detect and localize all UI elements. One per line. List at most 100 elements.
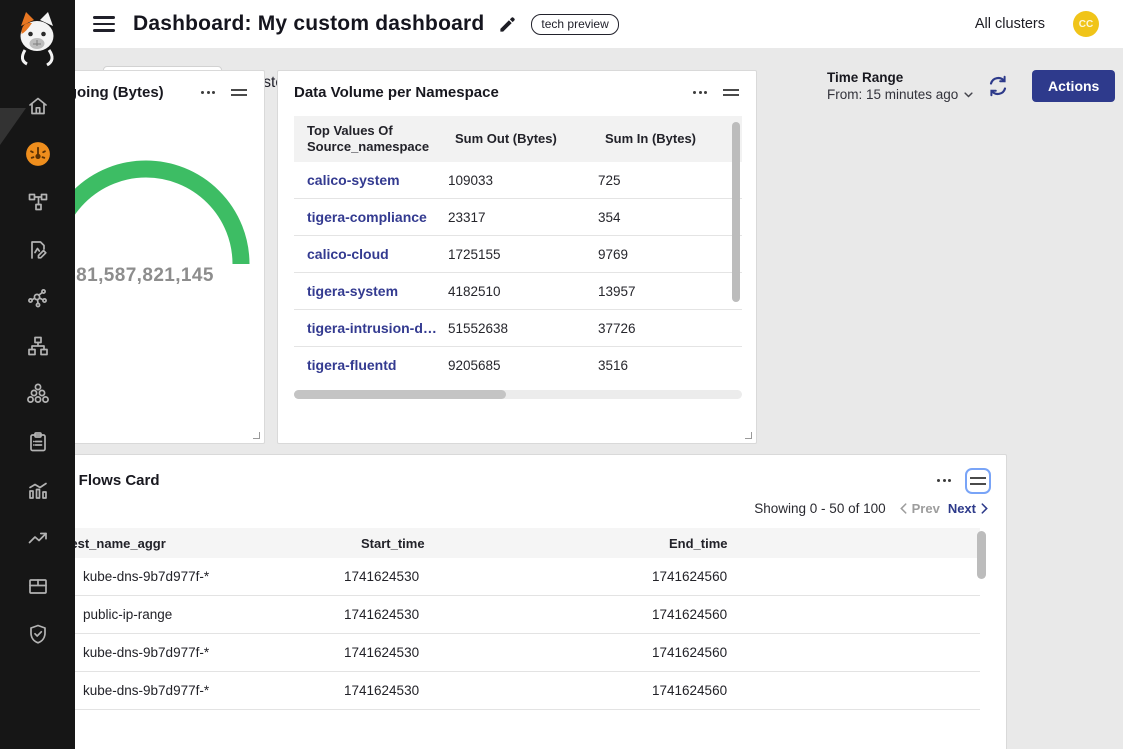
column-header: Sum Out (Bytes) bbox=[442, 125, 592, 153]
sidebar-item-dashboard-active[interactable] bbox=[0, 130, 75, 178]
sidebar-item-home[interactable] bbox=[0, 82, 75, 130]
refresh-button[interactable] bbox=[986, 74, 1010, 103]
page-title: Dashboard: My custom dashboard bbox=[133, 12, 484, 36]
pagination: Showing 0 - 50 of 100 Prev Next bbox=[754, 501, 988, 516]
namespace-link[interactable]: tigera-fluentd bbox=[294, 357, 442, 373]
table-row: calico-system 109033 725 bbox=[294, 162, 742, 199]
user-avatar[interactable]: CC bbox=[1073, 11, 1099, 37]
namespace-link[interactable]: calico-system bbox=[294, 172, 442, 188]
end-time: 1741624560 bbox=[652, 569, 980, 584]
sidebar-item-security[interactable] bbox=[0, 610, 75, 658]
policy-document-icon bbox=[26, 238, 50, 262]
table-row: tigera-intrusion-d… 51552638 37726 bbox=[294, 310, 742, 347]
dest-name: kube-dns-9b7d977f-* bbox=[83, 645, 209, 660]
sum-in-value: 37726 bbox=[592, 321, 726, 336]
namespace-link[interactable]: calico-cloud bbox=[294, 246, 442, 262]
table-header-row: Dest_name_aggr Start_time End_time bbox=[44, 528, 980, 558]
home-icon bbox=[26, 94, 50, 118]
package-box-icon bbox=[26, 574, 50, 598]
end-time: 1741624560 bbox=[652, 645, 980, 660]
pencil-icon bbox=[498, 15, 517, 34]
namespace-link[interactable]: tigera-compliance bbox=[294, 209, 442, 225]
chevron-left-icon bbox=[900, 503, 907, 514]
card-drag-handle-icon-focused[interactable] bbox=[965, 468, 991, 494]
time-range-value: From: 15 minutes ago bbox=[827, 87, 958, 102]
sidebar bbox=[0, 0, 75, 749]
card-title: Data Volume per Namespace bbox=[294, 84, 499, 101]
sidebar-item-packages[interactable] bbox=[0, 562, 75, 610]
chevron-down-icon bbox=[964, 92, 973, 98]
column-header: Sum In (Bytes) bbox=[592, 125, 726, 153]
calico-cat-logo[interactable] bbox=[13, 10, 61, 68]
actions-button[interactable]: Actions bbox=[1032, 70, 1115, 102]
prev-page-button[interactable]: Prev bbox=[900, 501, 940, 516]
start-time: 1741624530 bbox=[344, 683, 652, 698]
sum-in-value: 9769 bbox=[592, 247, 726, 262]
sidebar-item-trends[interactable] bbox=[0, 514, 75, 562]
statistics-icon bbox=[26, 478, 50, 502]
start-time: 1741624530 bbox=[344, 607, 652, 622]
dashboard-gauge-icon bbox=[25, 141, 51, 167]
start-time: 1741624530 bbox=[344, 569, 652, 584]
time-range-selector[interactable]: Time Range From: 15 minutes ago bbox=[827, 70, 973, 102]
sidebar-nav bbox=[0, 82, 75, 658]
column-header: End_time bbox=[652, 536, 980, 551]
card-menu-ellipsis-icon[interactable] bbox=[201, 87, 215, 98]
card-drag-handle-icon[interactable] bbox=[229, 85, 249, 101]
table-row: kube-dns-9b7d977f-* 1741624530 174162456… bbox=[44, 672, 980, 710]
best-flows-card: Best Flows Card Showing 0 - 50 of 100 Pr… bbox=[25, 454, 1007, 749]
sidebar-item-flow-visualizations[interactable] bbox=[0, 274, 75, 322]
sidebar-item-policies[interactable] bbox=[0, 226, 75, 274]
sum-in-value: 13957 bbox=[592, 284, 726, 299]
edit-dashboard-button[interactable] bbox=[498, 15, 517, 34]
card-resize-handle[interactable] bbox=[253, 432, 260, 439]
dest-name: kube-dns-9b7d977f-* bbox=[83, 569, 209, 584]
sum-out-value: 9205685 bbox=[442, 358, 592, 373]
dest-name: kube-dns-9b7d977f-* bbox=[83, 683, 209, 698]
table-row: public-ip-range 1741624530 1741624560 bbox=[44, 596, 980, 634]
end-time: 1741624560 bbox=[652, 607, 980, 622]
column-header: Dest_name_aggr bbox=[44, 536, 344, 551]
sidebar-item-service-graph[interactable] bbox=[0, 178, 75, 226]
sidebar-item-statistics[interactable] bbox=[0, 466, 75, 514]
table-row: calico-cloud 1725155 9769 bbox=[294, 236, 742, 273]
sidebar-item-network-hierarchy[interactable] bbox=[0, 322, 75, 370]
sum-in-value: 354 bbox=[592, 210, 726, 225]
cluster-scope-selector[interactable]: All clusters bbox=[975, 16, 1045, 32]
sidebar-item-compliance[interactable] bbox=[0, 418, 75, 466]
horizontal-scrollbar-thumb[interactable] bbox=[294, 390, 506, 399]
vertical-scrollbar-thumb[interactable] bbox=[732, 122, 740, 302]
data-volume-card: Data Volume per Namespace Top Values Of … bbox=[277, 70, 757, 444]
clipboard-icon bbox=[26, 430, 50, 454]
sum-out-value: 51552638 bbox=[442, 321, 592, 336]
horizontal-scrollbar[interactable] bbox=[294, 390, 742, 399]
app-window: Dashboard: My custom dashboard tech prev… bbox=[0, 0, 1123, 749]
service-graph-icon bbox=[26, 190, 50, 214]
card-menu-ellipsis-icon[interactable] bbox=[693, 87, 707, 98]
trending-up-icon bbox=[26, 526, 50, 550]
card-resize-handle[interactable] bbox=[745, 432, 752, 439]
next-page-button[interactable]: Next bbox=[948, 501, 988, 516]
card-menu-ellipsis-icon[interactable] bbox=[937, 475, 951, 486]
sum-out-value: 1725155 bbox=[442, 247, 592, 262]
sum-out-value: 4182510 bbox=[442, 284, 592, 299]
column-header: Top Values Of Source_namespace bbox=[294, 117, 442, 161]
card-drag-handle-icon[interactable] bbox=[721, 85, 741, 101]
top-bar: Dashboard: My custom dashboard tech prev… bbox=[75, 0, 1123, 48]
flow-network-icon bbox=[26, 286, 50, 310]
table-row: tigera-system 4182510 13957 bbox=[294, 273, 742, 310]
column-header: Start_time bbox=[344, 536, 652, 551]
vertical-scrollbar-thumb[interactable] bbox=[977, 531, 986, 579]
table-row: kube-dns-9b7d977f-* 1741624530 174162456… bbox=[44, 634, 980, 672]
menu-hamburger-icon[interactable] bbox=[93, 16, 115, 31]
start-time: 1741624530 bbox=[344, 645, 652, 660]
namespace-link[interactable]: tigera-system bbox=[294, 283, 442, 299]
table-row: tigera-fluentd 9205685 3516 bbox=[294, 347, 742, 382]
namespace-link[interactable]: tigera-intrusion-d… bbox=[294, 320, 442, 336]
time-range-label: Time Range bbox=[827, 70, 973, 85]
table-header-row: Top Values Of Source_namespace Sum Out (… bbox=[294, 116, 742, 162]
flows-table: Dest_name_aggr Start_time End_time kube-… bbox=[44, 528, 980, 710]
tech-preview-badge: tech preview bbox=[531, 14, 618, 35]
sum-out-value: 23317 bbox=[442, 210, 592, 225]
sidebar-item-clusters[interactable] bbox=[0, 370, 75, 418]
